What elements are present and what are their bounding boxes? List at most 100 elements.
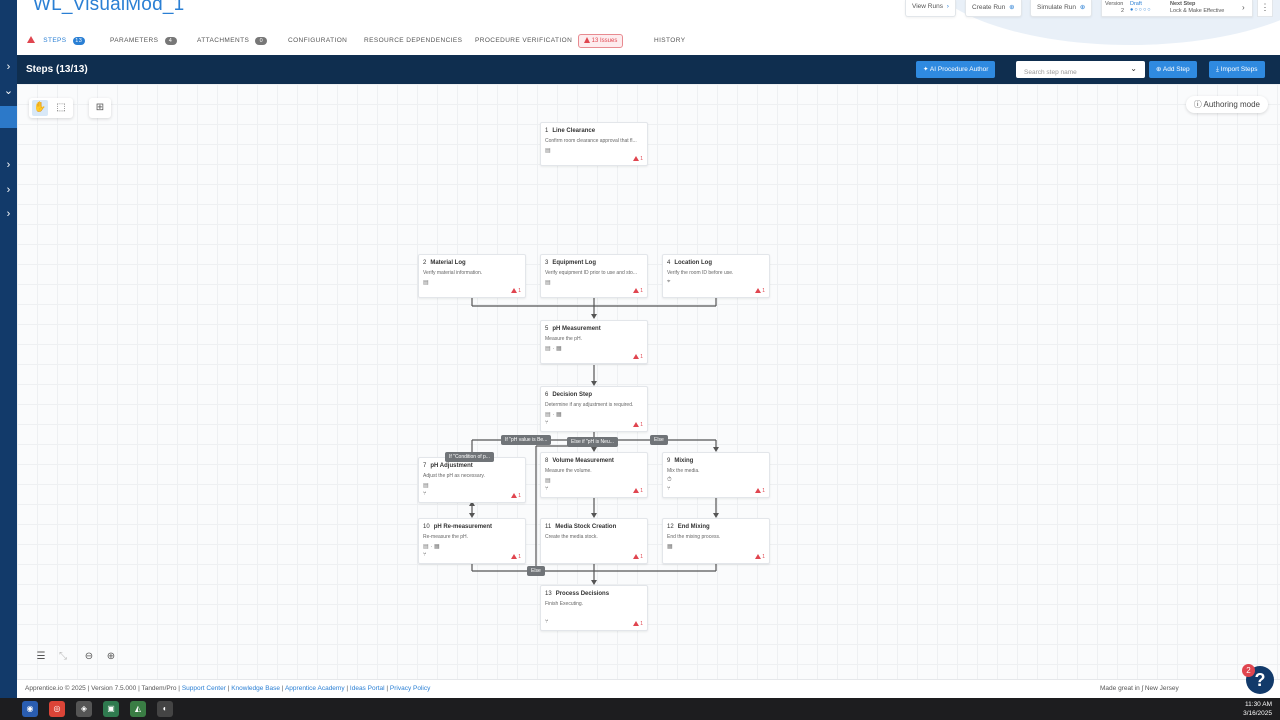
chevron-down-icon[interactable]: ⌄: [1130, 64, 1137, 73]
tab-history[interactable]: HISTORY: [654, 34, 685, 48]
made-great-text: Made great in: [1100, 685, 1140, 692]
issues-badge-label: 13 Issues: [591, 38, 618, 44]
warning-icon: [754, 488, 761, 493]
simulate-run-button[interactable]: Simulate Run ⊕: [1030, 0, 1093, 17]
nav-chevron-icon[interactable]: ›: [0, 180, 17, 200]
footer-right: Made great in ʃ New Jersey: [1100, 685, 1179, 692]
chevron-right-icon: ›: [1242, 3, 1245, 12]
import-steps-button[interactable]: ⤓ Import Steps: [1209, 61, 1265, 78]
tab-parameters-count: 4: [164, 37, 177, 45]
form-icon: ▤: [545, 478, 551, 484]
step-node[interactable]: 3 Equipment Log Verify equipment ID prior…: [540, 254, 648, 298]
step-node[interactable]: 8 Volume Measurement Measure the volume. …: [540, 452, 648, 498]
step-node[interactable]: 7 pH Adjustment Adjust the pH as necessar…: [418, 457, 526, 503]
knowledge-base-link[interactable]: Knowledge Base: [231, 685, 280, 692]
step-search-input[interactable]: [1016, 64, 1126, 81]
tab-configuration[interactable]: CONFIGURATION: [288, 34, 347, 48]
add-step-button[interactable]: ⊕ Add Step: [1149, 61, 1197, 78]
app-icon[interactable]: ◭: [130, 701, 146, 717]
step-title: End Mixing: [677, 524, 710, 530]
step-node[interactable]: 13 Process Decisions Finish Executing. ⑂ …: [540, 585, 648, 631]
form-icon: ▤ · ▦: [545, 412, 562, 418]
flow-canvas[interactable]: ✋ ⬚ ⊞ ⓘ Authoring mode 1 Line Clearance …: [17, 84, 1280, 679]
tab-resource-dependencies[interactable]: RESOURCE DEPENDENCIES: [364, 34, 462, 48]
zoom-controls: ☰ ⤡ ⊖ ⊕: [29, 647, 129, 667]
ideas-portal-link[interactable]: Ideas Portal: [350, 685, 385, 692]
step-title: Decision Step: [552, 392, 593, 398]
zoom-in-icon[interactable]: ⊕: [103, 649, 119, 665]
version-progress-dots: ●○○○○: [1130, 7, 1152, 13]
step-node[interactable]: 11 Media Stock Creation Create the media …: [540, 518, 648, 564]
support-center-link[interactable]: Support Center: [182, 685, 226, 692]
next-step-value: Lock & Make Effective: [1170, 8, 1225, 14]
steps-toolbar: Steps (13/13) ✦ AI Procedure Author ⌄ ⊕ …: [17, 55, 1280, 84]
collapse-icon[interactable]: ⤡: [55, 649, 71, 665]
step-warning: 1: [754, 488, 765, 494]
view-runs-label: View Runs: [912, 3, 943, 10]
os-taskbar: ◉ ◎ ◈ ▣ ◭ ◐ 11:30 AM 3/16/2025: [0, 698, 1280, 720]
issues-badge[interactable]: 13 Issues: [578, 34, 624, 48]
list-view-icon[interactable]: ☰: [33, 649, 49, 665]
step-node[interactable]: 2 Material Log Verify material informatio…: [418, 254, 526, 298]
form-icon: ▦: [667, 544, 673, 550]
sparkle-icon: ✦: [923, 66, 929, 73]
form-icon: ▤ · ▦: [545, 346, 562, 352]
nav-active-item[interactable]: [0, 106, 17, 128]
step-title: Material Log: [430, 260, 466, 266]
branch-label[interactable]: Else if "pH is Neu...: [567, 437, 618, 447]
step-node[interactable]: 6 Decision Step Determine if any adjustme…: [540, 386, 648, 432]
tab-resource-dependencies-label: RESOURCE DEPENDENCIES: [364, 37, 463, 44]
privacy-policy-link[interactable]: Privacy Policy: [390, 685, 430, 692]
chrome-icon[interactable]: ◎: [49, 701, 65, 717]
clock-date: 3/16/2025: [1243, 710, 1272, 717]
step-warning: 1: [632, 621, 643, 627]
expand-chevron-icon[interactable]: ›: [0, 57, 17, 77]
warning-icon: [754, 288, 761, 293]
nav-chevron-icon[interactable]: ›: [0, 204, 17, 224]
tab-parameters[interactable]: PARAMETERS 4: [110, 34, 177, 48]
tab-procedure-verification[interactable]: PROCEDURE VERIFICATION: [475, 34, 572, 48]
tab-attachments[interactable]: ATTACHMENTS 0: [197, 34, 268, 48]
branch-label[interactable]: If "pH value is Be...: [501, 435, 552, 445]
step-node[interactable]: 9 Mixing Mix the media. ⏱ ⑂ 1: [662, 452, 770, 498]
app-icon[interactable]: ◐: [157, 701, 173, 717]
view-runs-button[interactable]: View Runs ›: [905, 0, 956, 17]
step-node[interactable]: 1 Line Clearance Confirm room clearance a…: [540, 122, 648, 166]
step-number: 4: [667, 260, 671, 266]
branch-icon: ⑂: [545, 619, 549, 625]
version-info[interactable]: Version Draft 2 ●○○○○ Next Step Lock & M…: [1101, 0, 1253, 17]
step-warning-count: 1: [640, 354, 643, 360]
system-clock[interactable]: 11:30 AM 3/16/2025: [1243, 700, 1272, 718]
app-icon[interactable]: ▣: [103, 701, 119, 717]
step-node[interactable]: 5 pH Measurement Measure the pH. ▤ · ▦ 1: [540, 320, 648, 364]
branch-label[interactable]: Else: [650, 435, 668, 445]
step-description: Mix the media.: [667, 468, 700, 474]
step-title: Mixing: [674, 458, 694, 464]
step-warning-count: 1: [762, 554, 765, 560]
step-number: 10: [423, 524, 430, 530]
step-title: Volume Measurement: [552, 458, 614, 464]
more-options-icon[interactable]: ⋮: [1257, 0, 1273, 17]
create-run-label: Create Run: [972, 4, 1006, 11]
step-number: 8: [545, 458, 549, 464]
collapse-chevron-icon[interactable]: ⌄: [0, 81, 17, 101]
step-node[interactable]: 4 Location Log Verify the room ID before …: [662, 254, 770, 298]
apprentice-academy-link[interactable]: Apprentice Academy: [285, 685, 345, 692]
step-search[interactable]: ⌄: [1016, 61, 1145, 81]
nav-chevron-icon[interactable]: ›: [0, 155, 17, 175]
tab-steps[interactable]: STEPS 13: [27, 34, 85, 48]
version-label: Version: [1105, 1, 1124, 7]
step-warning-count: 1: [640, 488, 643, 494]
step-warning-count: 1: [640, 288, 643, 294]
branch-label[interactable]: Else: [527, 566, 545, 576]
branch-label[interactable]: If "Condition of p...: [445, 452, 494, 462]
ai-procedure-author-button[interactable]: ✦ AI Procedure Author: [916, 61, 996, 78]
app-icon[interactable]: ◉: [22, 701, 38, 717]
warning-icon: [632, 422, 639, 427]
create-run-button[interactable]: Create Run ⊕: [965, 0, 1022, 17]
step-node[interactable]: 10 pH Re-measurement Re-measure the pH. ▤…: [418, 518, 526, 564]
help-badge: 2: [1242, 664, 1255, 677]
app-icon[interactable]: ◈: [76, 701, 92, 717]
step-node[interactable]: 12 End Mixing End the mixing process. ▦ 1: [662, 518, 770, 564]
zoom-out-icon[interactable]: ⊖: [81, 649, 97, 665]
